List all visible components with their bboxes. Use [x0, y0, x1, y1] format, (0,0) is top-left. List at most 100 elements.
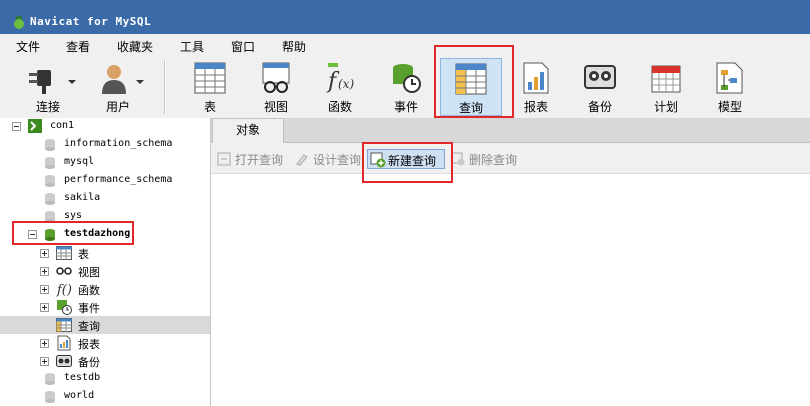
tree-item-functions[interactable]: f() 函数	[0, 280, 210, 298]
menu-view[interactable]: 查看	[66, 38, 90, 55]
expand-toggle-icon[interactable]	[40, 339, 49, 348]
svg-text:(x): (x)	[338, 77, 354, 91]
user-label: 用户	[105, 100, 130, 114]
svg-text:f(): f()	[56, 283, 72, 297]
delete-query-button[interactable]: 删除查询	[449, 149, 523, 169]
expand-toggle-icon[interactable]	[40, 249, 49, 258]
report-icon	[523, 62, 549, 94]
view-button[interactable]: 视图	[250, 58, 302, 116]
menu-file[interactable]: 文件	[16, 38, 40, 55]
event-icon	[57, 300, 72, 315]
tree-item-queries[interactable]: 查询	[0, 316, 210, 334]
main-toolbar: 连接 用户 表 视图 f (x) 函数 事件 查询 报表 备份 计划 模型	[0, 56, 810, 119]
tree-item-reports[interactable]: 报表	[0, 334, 210, 352]
tree-item-label: 表	[78, 248, 89, 261]
menu-help[interactable]: 帮助	[282, 38, 306, 55]
calendar-icon	[651, 65, 681, 93]
backup-button[interactable]: 备份	[576, 58, 624, 116]
menu-tools[interactable]: 工具	[180, 38, 204, 55]
tree-item-label: 事件	[78, 302, 100, 315]
view-icon	[56, 267, 72, 275]
tree-item-backups[interactable]: 备份	[0, 352, 210, 370]
tab-bar: 对象	[211, 118, 810, 143]
tree-item-views[interactable]: 视图	[0, 262, 210, 280]
function-icon: f()	[56, 283, 72, 297]
model-icon	[716, 62, 743, 94]
tree-db-world[interactable]: world	[0, 388, 210, 406]
database-icon	[45, 157, 55, 169]
tree-db-label: sakila	[64, 192, 101, 203]
tree-db-information-schema[interactable]: information_schema	[0, 136, 210, 154]
backup-icon	[56, 355, 72, 367]
event-icon	[393, 64, 421, 93]
expand-toggle-icon[interactable]	[40, 267, 49, 276]
tree-db-label: world	[64, 390, 95, 401]
function-button[interactable]: f (x) 函数	[314, 58, 366, 116]
open-query-icon	[217, 152, 231, 166]
menu-window[interactable]: 窗口	[231, 38, 255, 55]
design-query-button[interactable]: 设计查询	[293, 149, 367, 169]
tree-db-label: information_schema	[64, 138, 173, 149]
view-icon	[262, 62, 290, 93]
user-icon	[102, 65, 126, 94]
function-icon: f (x)	[326, 63, 354, 94]
query-icon	[56, 318, 72, 332]
menu-bar: 文件 查看 收藏夹 工具 窗口 帮助	[0, 34, 810, 56]
report-button[interactable]: 报表	[512, 58, 560, 116]
tree-db-label: testdb	[64, 372, 101, 383]
database-icon	[45, 139, 55, 151]
tree-db-sakila[interactable]: sakila	[0, 190, 210, 208]
expand-toggle-icon[interactable]	[40, 357, 49, 366]
connection-tree: con1 information_schema mysql performanc…	[0, 118, 211, 406]
tree-db-mysql[interactable]: mysql	[0, 154, 210, 172]
event-button[interactable]: 事件	[380, 58, 432, 116]
collapse-toggle-icon[interactable]	[12, 122, 21, 131]
expand-toggle-icon[interactable]	[40, 285, 49, 294]
delete-query-label: 删除查询	[469, 153, 518, 167]
tree-db-label: sys	[64, 210, 83, 221]
view-label: 视图	[263, 100, 288, 114]
tree-item-label: 备份	[78, 356, 100, 369]
model-label: 模型	[717, 100, 742, 114]
expand-toggle-icon[interactable]	[40, 303, 49, 312]
report-icon	[57, 335, 71, 351]
model-button[interactable]: 模型	[706, 58, 754, 116]
connect-dropdown-arrow-icon[interactable]	[68, 80, 76, 84]
connect-label: 连接	[35, 100, 60, 114]
object-toolbar: 打开查询 设计查询 新建查询 删除查询	[211, 143, 810, 174]
table-label: 表	[203, 100, 216, 114]
tree-db-performance-schema[interactable]: performance_schema	[0, 172, 210, 190]
connect-button[interactable]: 连接	[20, 58, 76, 116]
tab-objects[interactable]: 对象	[212, 118, 284, 143]
title-bar: Navicat for MySQL	[0, 0, 810, 34]
navicat-logo-icon	[14, 16, 24, 29]
tree-item-tables[interactable]: 表	[0, 244, 210, 262]
open-query-button[interactable]: 打开查询	[215, 149, 289, 169]
function-label: 函数	[327, 100, 352, 114]
objects-panel: 对象 打开查询 设计查询 新建查询 删除查询	[211, 118, 810, 406]
menu-favorites[interactable]: 收藏夹	[117, 38, 153, 55]
report-label: 报表	[523, 100, 548, 114]
window-title: Navicat for MySQL	[30, 15, 152, 28]
backup-icon	[584, 65, 616, 89]
database-icon	[45, 373, 55, 385]
schedule-label: 计划	[653, 100, 678, 114]
connection-icon	[28, 119, 42, 133]
tree-db-testdb[interactable]: testdb	[0, 370, 210, 388]
schedule-button[interactable]: 计划	[642, 58, 690, 116]
tree-item-events[interactable]: 事件	[0, 298, 210, 316]
table-button[interactable]: 表	[184, 58, 236, 116]
user-dropdown-arrow-icon[interactable]	[136, 80, 144, 84]
user-button[interactable]: 用户	[92, 58, 144, 116]
design-query-label: 设计查询	[313, 153, 362, 167]
table-icon	[56, 246, 72, 260]
delete-query-icon	[451, 152, 465, 166]
database-icon	[45, 193, 55, 205]
toolbar-separator	[164, 60, 166, 114]
table-icon	[194, 62, 226, 94]
tree-item-label: 视图	[78, 266, 100, 279]
tree-item-label: 查询	[78, 320, 100, 333]
tree-db-label: mysql	[64, 156, 95, 167]
highlight-new-query-button	[362, 142, 453, 183]
tree-connection-con1[interactable]: con1	[0, 118, 210, 136]
